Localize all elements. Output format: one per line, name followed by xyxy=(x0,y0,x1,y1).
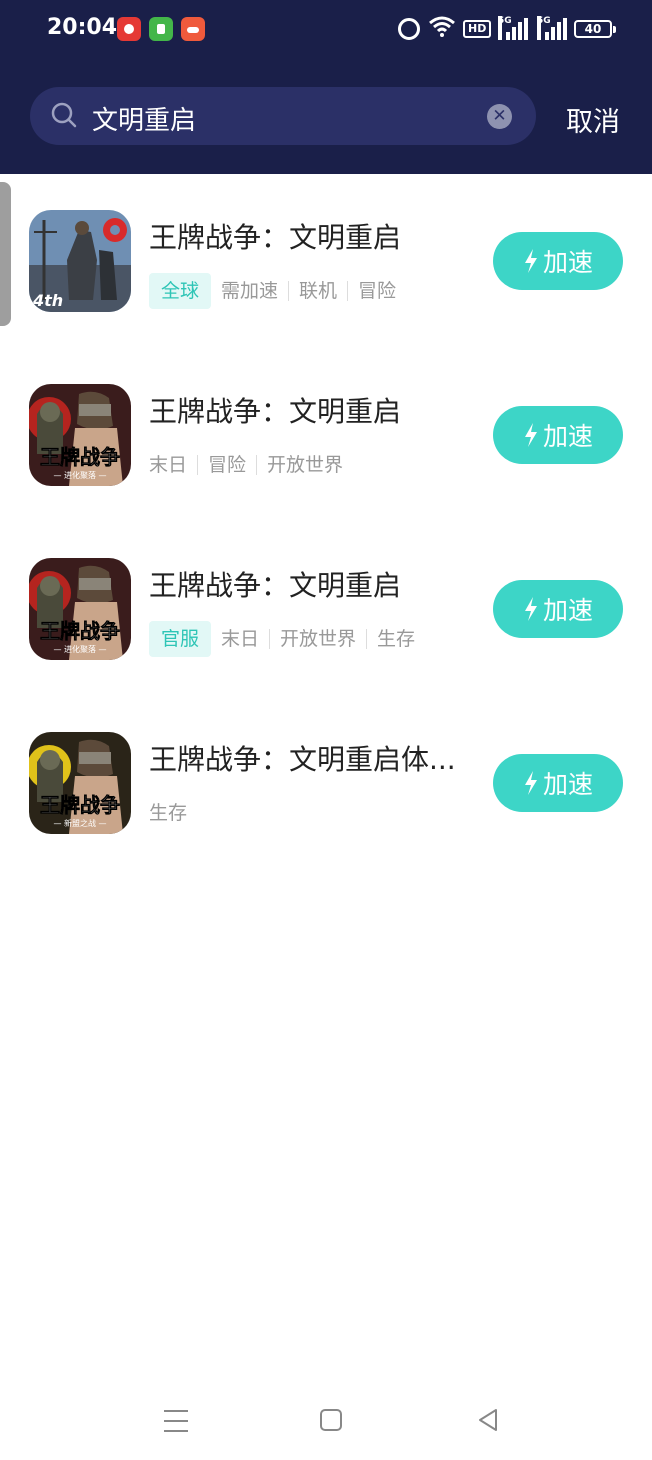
video-app-icon xyxy=(117,17,141,41)
system-nav-bar xyxy=(0,1390,652,1450)
game-title: 王牌战争：文明重启 xyxy=(149,221,402,254)
tag: 末日 xyxy=(149,454,188,476)
speed-up-button[interactable]: 加速 xyxy=(493,406,623,464)
svg-text:4th: 4th xyxy=(32,291,63,310)
svg-text:王牌战争: 王牌战争 xyxy=(40,793,120,817)
tag: 冒险 xyxy=(197,455,256,475)
tag-list: 官服 末日 开放世界 生存 xyxy=(149,620,425,658)
result-item[interactable]: 4th 王牌战争：文明重启 全球 需加速 联机 冒险 加速 xyxy=(0,210,652,360)
game-title: 王牌战争：文明重启 xyxy=(149,395,402,428)
game-cover-yellow-icon: 王牌战争 — 新盟之战 — xyxy=(29,732,131,834)
menu-icon[interactable] xyxy=(164,1410,188,1432)
back-icon[interactable] xyxy=(476,1408,500,1432)
battery-indicator: 40 xyxy=(574,20,616,38)
lightning-icon xyxy=(524,423,537,447)
lightning-icon xyxy=(524,249,537,273)
status-time: 20:04 xyxy=(47,15,118,40)
speed-up-button[interactable]: 加速 xyxy=(493,232,623,290)
speed-up-label: 加速 xyxy=(542,248,593,277)
svg-text:王牌战争: 王牌战争 xyxy=(40,445,120,469)
search-bar[interactable]: 文明重启 ✕ xyxy=(30,87,536,145)
result-item[interactable]: 王牌战争 — 进化聚落 — 王牌战争：文明重启 官服 末日 开放世界 生存 加速 xyxy=(0,558,652,708)
tag: 生存 xyxy=(366,629,425,649)
svg-text:— 新盟之战 —: — 新盟之战 — xyxy=(53,818,106,828)
speed-up-button[interactable]: 加速 xyxy=(493,580,623,638)
lightning-icon xyxy=(524,771,537,795)
game-cover-red-icon: 王牌战争 — 进化聚落 — xyxy=(29,384,131,486)
tag: 冒险 xyxy=(347,281,406,301)
game-cover-red-icon: 王牌战争 — 进化聚落 — xyxy=(29,558,131,660)
home-icon[interactable] xyxy=(320,1409,342,1431)
svg-text:— 进化聚落 —: — 进化聚落 — xyxy=(53,644,106,654)
game-title: 王牌战争：文明重启体... xyxy=(149,743,456,776)
game-title: 王牌战争：文明重启 xyxy=(149,569,402,602)
tag: 开放世界 xyxy=(256,455,353,475)
tag: 开放世界 xyxy=(269,629,366,649)
signal-1-icon: 5G xyxy=(498,16,528,40)
tag-list: 生存 xyxy=(149,794,197,832)
alarm-icon xyxy=(398,18,420,40)
tag-highlight: 全球 xyxy=(149,273,212,309)
tag: 联机 xyxy=(288,281,347,301)
signal-2-icon: 5G xyxy=(537,16,567,40)
result-item[interactable]: 王牌战争 — 进化聚落 — 王牌战争：文明重启 末日 冒险 开放世界 加速 xyxy=(0,384,652,534)
header: 20:04 HD 5G 5G 40 文明重启 ✕ 取消 xyxy=(0,0,652,174)
clear-icon[interactable]: ✕ xyxy=(487,104,512,129)
result-item[interactable]: 王牌战争 — 新盟之战 — 王牌战争：文明重启体... 生存 加速 xyxy=(0,732,652,882)
lightning-icon xyxy=(524,597,537,621)
tag: 生存 xyxy=(149,802,188,824)
wifi-icon xyxy=(429,16,455,37)
game-cover-4th-icon: 4th xyxy=(29,210,131,312)
svg-text:王牌战争: 王牌战争 xyxy=(40,619,120,643)
tag-highlight: 官服 xyxy=(149,621,212,657)
search-icon xyxy=(51,102,77,128)
speed-up-label: 加速 xyxy=(542,596,593,625)
shop-app-icon xyxy=(181,17,205,41)
hd-indicator: HD xyxy=(463,20,492,38)
search-input[interactable]: 文明重启 xyxy=(92,100,196,137)
speed-up-label: 加速 xyxy=(542,770,593,799)
status-bar: 20:04 HD 5G 5G 40 xyxy=(0,0,652,60)
green-app-icon xyxy=(149,17,173,41)
speed-up-label: 加速 xyxy=(542,422,593,451)
tag: 需加速 xyxy=(221,280,279,302)
cancel-button[interactable]: 取消 xyxy=(566,100,620,139)
tag-list: 全球 需加速 联机 冒险 xyxy=(149,272,406,310)
svg-text:— 进化聚落 —: — 进化聚落 — xyxy=(53,470,106,480)
speed-up-button[interactable]: 加速 xyxy=(493,754,623,812)
tag-list: 末日 冒险 开放世界 xyxy=(149,446,353,484)
tag: 末日 xyxy=(221,628,260,650)
